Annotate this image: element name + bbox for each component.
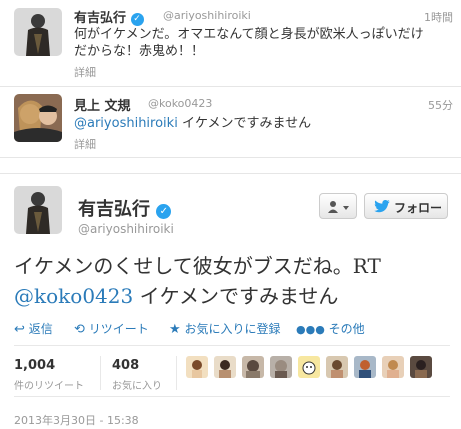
verified-badge-icon: ✓ <box>156 204 172 219</box>
user-icon <box>328 201 349 213</box>
avatar[interactable] <box>382 356 404 378</box>
avatar[interactable] <box>186 356 208 378</box>
tweet-date[interactable]: 2013年3月30日 - 15:38 <box>14 412 139 428</box>
avatar[interactable] <box>326 356 348 378</box>
avatar[interactable] <box>214 356 236 378</box>
username[interactable]: @ariyoshihiroiki <box>163 9 251 22</box>
follow-button[interactable]: フォロー <box>364 193 448 219</box>
avatar[interactable] <box>270 356 292 378</box>
user-dropdown-button[interactable] <box>319 193 357 219</box>
divider <box>0 173 461 174</box>
display-name[interactable]: 見上 文規 <box>74 95 131 114</box>
favorite-count-label[interactable]: お気に入り <box>112 377 162 392</box>
divider <box>14 345 450 346</box>
timestamp[interactable]: 1時間 <box>424 9 453 25</box>
mention-link[interactable]: @koko0423 <box>14 284 133 308</box>
details-link[interactable]: 詳細 <box>74 64 96 80</box>
verified-badge-icon: ✓ <box>130 13 144 26</box>
divider <box>0 157 461 158</box>
divider <box>176 356 177 390</box>
star-icon: ★ <box>169 322 181 337</box>
avatar[interactable] <box>298 356 320 378</box>
avatar[interactable] <box>410 356 432 378</box>
reply-action[interactable]: ↩ 返信 <box>14 320 53 337</box>
username[interactable]: @koko0423 <box>148 97 212 110</box>
main-avatar[interactable] <box>14 186 62 234</box>
tweet-text: @ariyoshihiroiki イケメンですみません <box>74 116 312 131</box>
details-link[interactable]: 詳細 <box>74 136 96 152</box>
avatar[interactable] <box>14 94 62 142</box>
more-icon: ●●● <box>296 323 325 336</box>
retweet-action[interactable]: ⟲ リツイート <box>74 320 149 337</box>
tweet-text: 何がイケメンだ。オマエなんて顔と身長が欧米人っぽいだけ だからな！赤鬼め！！ <box>74 27 424 59</box>
avatar[interactable] <box>14 8 62 56</box>
main-tweet-text: イケメンのくせして彼女がブスだね。RT @koko0423 イケメンですみません <box>14 254 381 308</box>
main-username[interactable]: @ariyoshihiroiki <box>78 222 174 236</box>
tweet-koko: 見上 文規 @koko0423 55分 @ariyoshihiroiki イケメ… <box>0 87 461 157</box>
more-action[interactable]: ●●● その他 <box>296 320 365 337</box>
avatar[interactable] <box>354 356 376 378</box>
divider <box>100 356 101 390</box>
favorite-action[interactable]: ★ お気に入りに登録 <box>169 320 281 337</box>
avatar[interactable] <box>242 356 264 378</box>
retweet-count[interactable]: 1,004 <box>14 358 55 373</box>
twitter-bird-icon <box>374 200 390 213</box>
display-name[interactable]: 有吉弘行 ✓ <box>74 7 144 26</box>
mention-link[interactable]: @ariyoshihiroiki <box>74 116 178 131</box>
retweet-icon: ⟲ <box>74 322 85 337</box>
tweet-ariyoshi: 有吉弘行 ✓ @ariyoshihiroiki 1時間 何がイケメンだ。オマエな… <box>0 0 461 86</box>
reply-icon: ↩ <box>14 322 25 337</box>
timestamp[interactable]: 55分 <box>428 97 453 113</box>
divider <box>14 396 450 397</box>
favorite-count[interactable]: 408 <box>112 358 139 373</box>
main-display-name[interactable]: 有吉弘行 ✓ <box>78 195 172 221</box>
retweet-count-label[interactable]: 件のリツイート <box>14 377 84 392</box>
